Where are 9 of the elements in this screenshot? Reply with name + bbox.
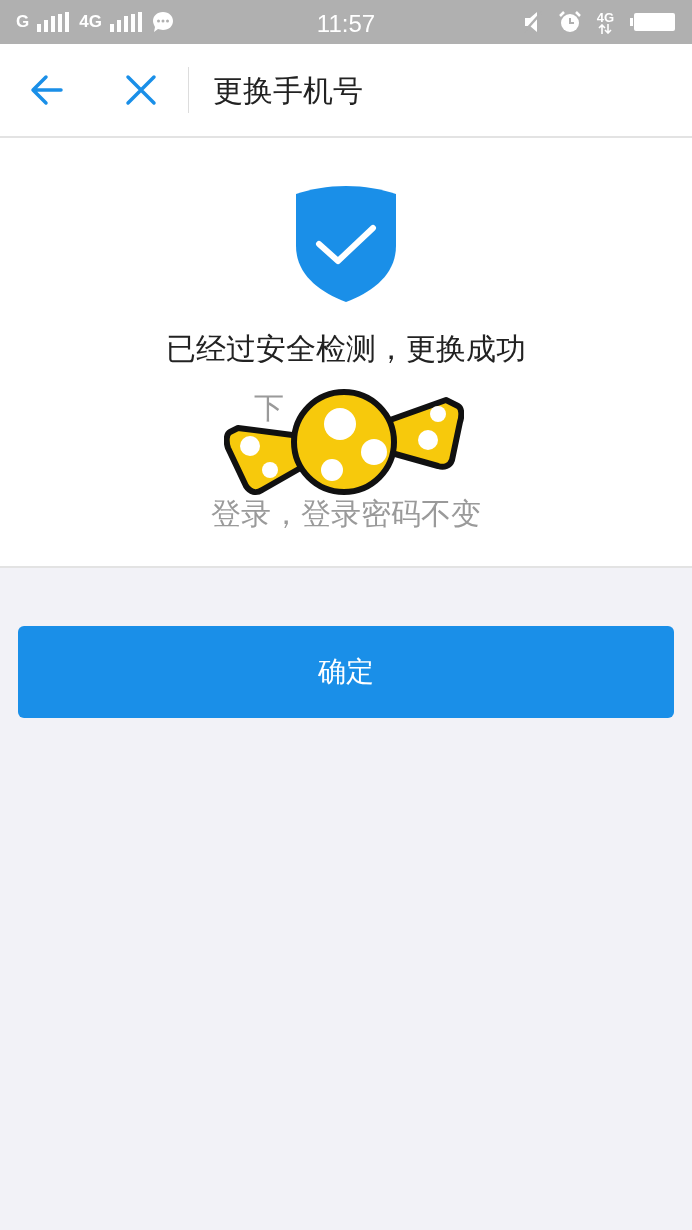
page-title: 更换手机号 (213, 72, 363, 109)
success-message: 已经过安全检测，更换成功 (166, 331, 526, 367)
hint-text: 下 (254, 390, 284, 426)
confirm-button[interactable]: 确定 (18, 626, 674, 718)
hint-text: 登录，登录密码不变 (211, 496, 481, 532)
clock-time: 11:57 (316, 9, 376, 39)
network-label: G (16, 11, 30, 34)
network-indicator: 4G (596, 10, 614, 34)
network-label: 4G (79, 11, 102, 34)
